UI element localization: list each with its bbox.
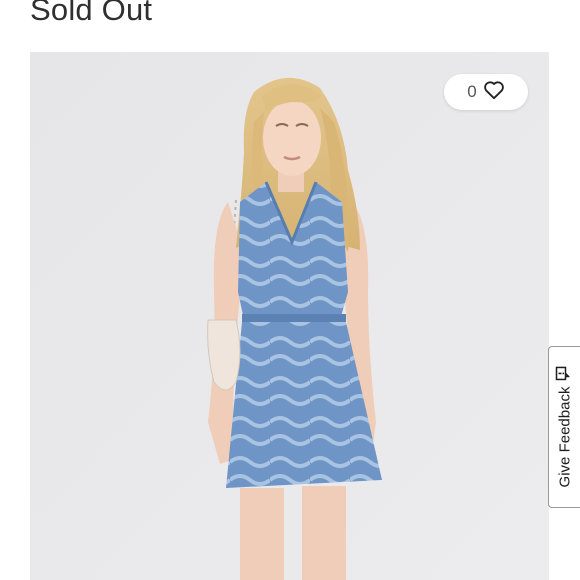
product-image[interactable]: [30, 52, 549, 580]
heart-outline-icon: [483, 80, 505, 105]
feedback-label: Give Feedback: [556, 386, 573, 488]
model-photo: [30, 52, 549, 580]
comment-icon: [555, 366, 574, 381]
like-button[interactable]: 0: [444, 74, 528, 110]
sold-out-status: Sold Out: [30, 0, 153, 27]
like-count: 0: [467, 82, 477, 101]
give-feedback-tab[interactable]: Give Feedback: [548, 346, 580, 508]
